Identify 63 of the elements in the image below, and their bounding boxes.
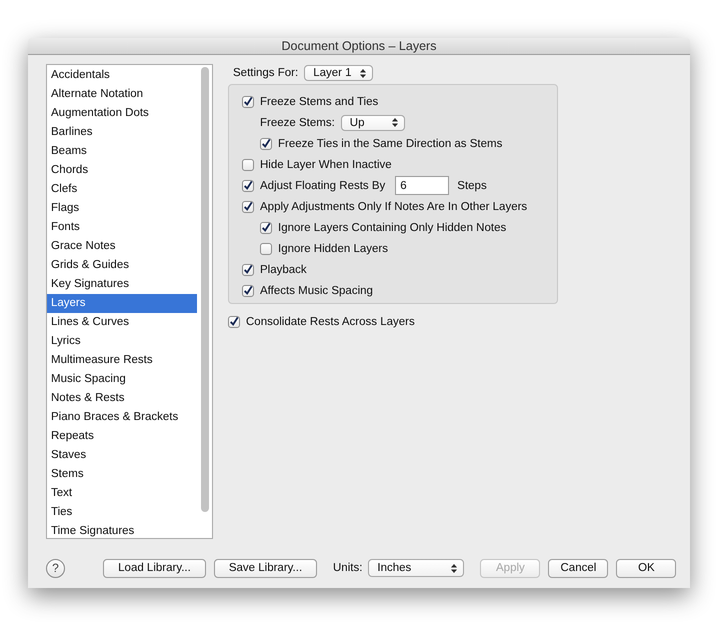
freeze-stems-label: Freeze Stems: bbox=[260, 116, 335, 128]
dialog-button[interactable]: Cancel bbox=[548, 558, 608, 578]
category-item[interactable]: Time Signatures bbox=[47, 522, 197, 541]
help-button[interactable]: ? bbox=[46, 558, 65, 578]
checkbox[interactable] bbox=[242, 200, 254, 212]
category-item[interactable]: Piano Braces & Brackets bbox=[47, 408, 197, 427]
category-item[interactable]: Flags bbox=[47, 199, 197, 218]
checkbox[interactable] bbox=[242, 264, 254, 276]
category-item[interactable]: Lines & Curves bbox=[47, 313, 197, 332]
stem-direction-dropdown[interactable]: Up bbox=[340, 114, 405, 130]
option-label: Apply Adjustments Only If Notes Are In Other Layers bbox=[260, 200, 528, 212]
category-item[interactable]: Accidentals bbox=[47, 66, 197, 85]
category-item[interactable]: Fonts bbox=[47, 218, 197, 237]
units-dropdown[interactable]: Inches bbox=[368, 559, 464, 577]
checkbox[interactable] bbox=[242, 96, 254, 108]
checkbox[interactable] bbox=[260, 242, 272, 254]
category-item[interactable]: Text bbox=[47, 484, 197, 503]
checkbox[interactable] bbox=[242, 158, 254, 170]
category-item[interactable]: Beams bbox=[47, 142, 197, 161]
category-item[interactable]: Staves bbox=[47, 446, 197, 465]
category-item[interactable]: Clefs bbox=[47, 180, 197, 199]
checkbox[interactable] bbox=[228, 316, 240, 328]
steps-input[interactable]: 6 bbox=[395, 176, 450, 195]
updown-arrows-icon bbox=[392, 118, 398, 127]
checkbox[interactable] bbox=[260, 138, 272, 150]
category-item[interactable]: Layers bbox=[47, 294, 197, 313]
layer-dropdown[interactable]: Layer 1 bbox=[304, 65, 373, 81]
category-item[interactable]: Notes & Rests bbox=[47, 389, 197, 408]
option-label: Playback bbox=[260, 264, 307, 276]
checkbox[interactable] bbox=[260, 222, 272, 234]
option-label: Freeze Stems and Ties bbox=[260, 96, 378, 108]
category-item[interactable]: Chords bbox=[47, 161, 197, 180]
steps-label: Steps bbox=[457, 180, 487, 192]
option-label: Ignore Layers Containing Only Hidden Notes bbox=[278, 222, 506, 234]
category-item[interactable]: Augmentation Dots bbox=[47, 104, 197, 123]
checkbox[interactable] bbox=[242, 180, 254, 192]
category-item[interactable]: Music Spacing bbox=[47, 370, 197, 389]
option-label: Ignore Hidden Layers bbox=[278, 242, 388, 254]
dialog-button[interactable]: OK bbox=[616, 558, 676, 578]
settings-for-label: Settings For: bbox=[233, 67, 298, 79]
category-item[interactable]: Ties bbox=[47, 503, 197, 522]
load-library-button[interactable]: Load Library... bbox=[103, 558, 206, 578]
category-item[interactable]: Grids & Guides bbox=[47, 256, 197, 275]
category-item[interactable]: Barlines bbox=[47, 123, 197, 142]
option-label: Affects Music Spacing bbox=[260, 284, 373, 296]
option-label: Adjust Floating Rests By bbox=[260, 180, 386, 192]
updown-arrows-icon bbox=[451, 564, 458, 572]
option-label: Hide Layer When Inactive bbox=[260, 158, 392, 170]
category-item[interactable]: Key Signatures bbox=[47, 275, 197, 294]
units-label: Units: bbox=[333, 562, 362, 574]
option-label: Consolidate Rests Across Layers bbox=[246, 316, 415, 328]
scrollbar-thumb[interactable] bbox=[200, 67, 208, 512]
category-item[interactable]: Alternate Notation bbox=[47, 85, 197, 104]
checkbox[interactable] bbox=[242, 284, 254, 296]
save-library-button[interactable]: Save Library... bbox=[214, 558, 317, 578]
window-title: Document Options – Layers bbox=[282, 39, 436, 53]
option-label: Freeze Ties in the Same Direction as Stems bbox=[278, 138, 502, 150]
category-item[interactable]: Repeats bbox=[47, 427, 197, 446]
updown-arrows-icon bbox=[360, 68, 366, 78]
category-item[interactable]: Lyrics bbox=[47, 332, 197, 351]
category-item[interactable]: Multimeasure Rests bbox=[47, 351, 197, 370]
category-item[interactable]: Grace Notes bbox=[47, 237, 197, 256]
category-item[interactable]: Stems bbox=[47, 465, 197, 484]
